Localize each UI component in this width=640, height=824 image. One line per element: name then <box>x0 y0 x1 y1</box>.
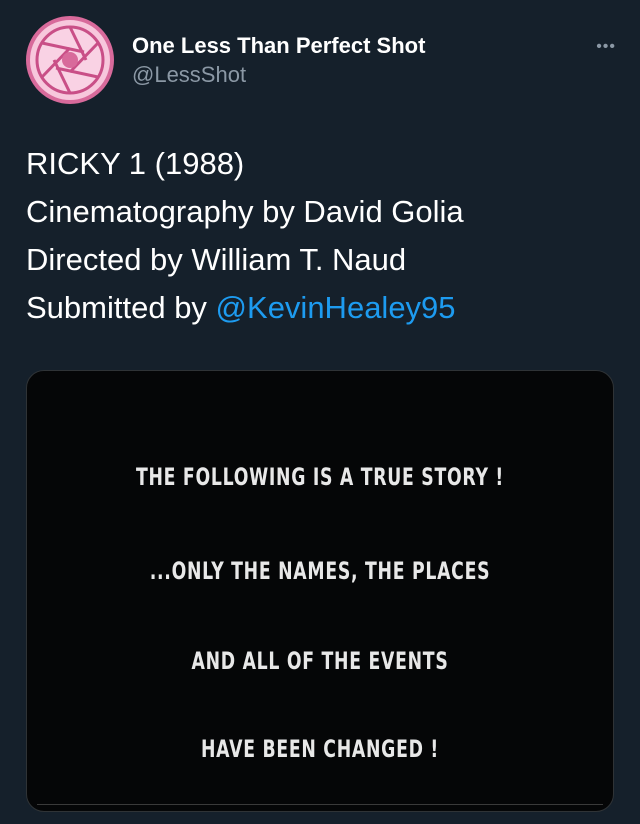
tweet-line-director: Directed by William T. Naud <box>26 242 407 277</box>
tweet-body: RICKY 1 (1988) Cinematography by David G… <box>26 140 616 332</box>
author-display-name[interactable]: One Less Than Perfect Shot <box>132 32 425 60</box>
film-scanline <box>37 804 603 805</box>
caption-line: HAVE BEEN CHANGED ! <box>200 735 440 763</box>
caption-line: ...ONLY THE NAMES, THE PLACES <box>149 557 491 585</box>
more-options-button[interactable]: ••• <box>596 38 616 56</box>
caption-line: THE FOLLOWING IS A TRUE STORY ! <box>135 463 505 491</box>
tweet-header: One Less Than Perfect Shot @LessShot ••• <box>26 16 616 106</box>
tweet-line-title: RICKY 1 (1988) <box>26 146 245 181</box>
tweet-line-cinematography: Cinematography by David Golia <box>26 194 464 229</box>
tweet-line-submitted: Submitted by @KevinHealey95 <box>26 284 616 332</box>
camera-aperture-icon <box>35 25 105 95</box>
mention-link[interactable]: @KevinHealey95 <box>216 290 456 325</box>
caption-line: AND ALL OF THE EVENTS <box>191 647 449 675</box>
tweet-media-image[interactable]: THE FOLLOWING IS A TRUE STORY ! ...ONLY … <box>26 370 614 812</box>
submitted-by-label: Submitted by <box>26 290 216 325</box>
author-names: One Less Than Perfect Shot @LessShot <box>132 32 425 90</box>
avatar[interactable] <box>26 16 114 104</box>
author-handle[interactable]: @LessShot <box>132 60 425 90</box>
